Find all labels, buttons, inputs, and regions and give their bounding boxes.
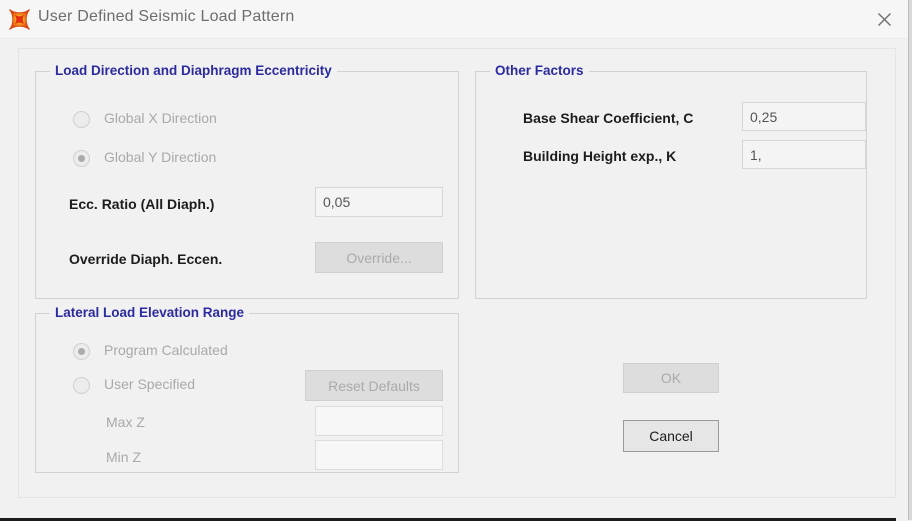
other-factors-group-legend: Other Factors: [490, 63, 589, 78]
base-shear-coefficient-input[interactable]: 0,25: [742, 102, 866, 131]
title-bar: User Defined Seismic Load Pattern: [0, 0, 912, 39]
radio-global-y-direction-label: Global Y Direction: [104, 149, 217, 165]
lateral-load-elevation-range-group: Lateral Load Elevation Range Program Cal…: [35, 305, 459, 473]
other-factors-group: Other Factors Base Shear Coefficient, C …: [475, 63, 867, 299]
page-bottom-margin: [0, 521, 912, 528]
radio-program-calculated[interactable]: [73, 343, 90, 360]
cancel-button[interactable]: Cancel: [623, 420, 719, 452]
radio-selected-dot: [78, 348, 85, 355]
radio-global-x-direction-label: Global X Direction: [104, 110, 217, 126]
override-diaph-eccen-label: Override Diaph. Eccen.: [69, 251, 223, 267]
radio-selected-dot: [78, 155, 85, 162]
window-title: User Defined Seismic Load Pattern: [38, 8, 295, 25]
reset-defaults-button[interactable]: Reset Defaults: [305, 370, 443, 401]
radio-global-y-direction[interactable]: [73, 150, 90, 167]
etabs-star-icon: [8, 8, 31, 31]
base-shear-coefficient-label: Base Shear Coefficient, C: [523, 110, 694, 126]
ecc-ratio-input[interactable]: 0,05: [315, 187, 443, 217]
ok-button[interactable]: OK: [623, 363, 719, 393]
max-z-input[interactable]: [315, 406, 443, 436]
radio-program-calculated-label: Program Calculated: [104, 342, 228, 358]
radio-user-specified-label: User Specified: [104, 376, 196, 392]
load-direction-group-legend: Load Direction and Diaphragm Eccentricit…: [50, 63, 337, 78]
min-z-label: Min Z: [106, 449, 141, 465]
user-defined-seismic-load-pattern-dialog: User Defined Seismic Load Pattern Load D…: [0, 0, 912, 528]
dialog-content-panel: Load Direction and Diaphragm Eccentricit…: [18, 48, 896, 498]
load-direction-group: Load Direction and Diaphragm Eccentricit…: [35, 63, 459, 299]
min-z-input[interactable]: [315, 440, 443, 470]
lateral-load-elevation-range-legend: Lateral Load Elevation Range: [50, 305, 250, 320]
window-right-edge: [908, 0, 912, 520]
close-icon[interactable]: [862, 4, 906, 34]
radio-user-specified[interactable]: [73, 377, 90, 394]
radio-global-x-direction[interactable]: [73, 111, 90, 128]
building-height-exp-label: Building Height exp., K: [523, 148, 677, 164]
override-button[interactable]: Override...: [315, 242, 443, 273]
ecc-ratio-label: Ecc. Ratio (All Diaph.): [69, 196, 215, 212]
max-z-label: Max Z: [106, 414, 145, 430]
building-height-exp-input[interactable]: 1,: [742, 140, 866, 169]
